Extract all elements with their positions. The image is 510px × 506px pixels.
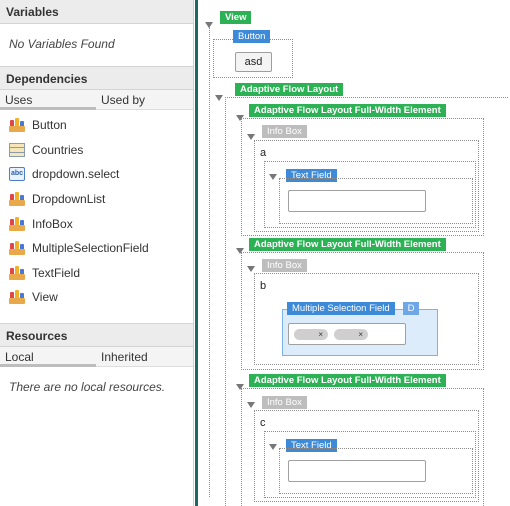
dependency-label: DropdownList	[32, 192, 106, 207]
list-item[interactable]: MultipleSelectionField	[0, 236, 193, 261]
asd-button[interactable]: asd	[235, 52, 272, 72]
section-letter: c	[260, 417, 266, 429]
button-component-label[interactable]: Button	[233, 30, 271, 43]
section-letter: b	[260, 280, 267, 292]
resources-header[interactable]: Resources	[0, 322, 193, 347]
info-box-label[interactable]: Info Box	[262, 396, 307, 409]
component-icon	[9, 241, 25, 256]
list-item[interactable]: Button	[0, 113, 193, 138]
tab-local[interactable]: Local	[5, 350, 34, 364]
tab-uses[interactable]: Uses	[5, 93, 32, 107]
collapse-flow-layout-icon[interactable]	[215, 95, 223, 101]
component-icon	[9, 290, 25, 305]
view-label[interactable]: View	[220, 11, 252, 24]
design-canvas: View Button asd Adaptive Flow Layout Ada…	[195, 0, 510, 506]
dependency-label: InfoBox	[32, 216, 73, 231]
selected-chip[interactable]: ×	[334, 329, 368, 340]
component-icon	[9, 118, 25, 133]
collapse-text-field-3-icon[interactable]	[269, 444, 277, 450]
adaptive-flow-layout-label[interactable]: Adaptive Flow Layout	[235, 83, 344, 96]
list-item[interactable]: abc dropdown.select	[0, 162, 193, 187]
d-badge[interactable]: D	[403, 302, 419, 315]
dependency-label: dropdown.select	[32, 167, 120, 182]
tab-local-underline	[0, 363, 96, 367]
component-icon	[9, 216, 25, 231]
multiple-selection-field-label[interactable]: Multiple Selection Field	[287, 302, 395, 315]
full-width-element-label[interactable]: Adaptive Flow Layout Full-Width Element	[249, 238, 446, 251]
component-icon	[9, 192, 25, 207]
tab-uses-underline	[0, 107, 96, 110]
dependency-label: Button	[32, 118, 67, 133]
info-box-label[interactable]: Info Box	[262, 259, 307, 272]
collapse-text-field-1-icon[interactable]	[269, 174, 277, 180]
info-box-label[interactable]: Info Box	[262, 125, 307, 138]
tree-connector	[209, 27, 210, 497]
resources-empty-text: There are no local resources.	[9, 379, 166, 394]
full-width-element-label[interactable]: Adaptive Flow Layout Full-Width Element	[249, 104, 446, 117]
list-item[interactable]: DropdownList	[0, 187, 193, 212]
selected-chip[interactable]: ×	[294, 329, 328, 340]
dependency-label: MultipleSelectionField	[32, 241, 149, 256]
variables-empty-text: No Variables Found	[9, 37, 115, 51]
collapse-info-box-2-icon[interactable]	[247, 266, 255, 272]
text-field-input[interactable]	[288, 190, 426, 212]
list-item[interactable]: TextField	[0, 261, 193, 286]
dependency-label: Countries	[32, 142, 84, 157]
list-item[interactable]: Countries	[0, 138, 193, 163]
list-item[interactable]: View	[0, 285, 193, 310]
dependencies-tabs: Uses Used by	[0, 90, 193, 110]
section-letter: a	[260, 147, 267, 159]
list-item[interactable]: InfoBox	[0, 211, 193, 236]
resources-tabs: Local Inherited	[0, 346, 193, 367]
dependency-label: View	[32, 290, 58, 305]
text-field-input[interactable]	[288, 460, 426, 482]
tab-inherited[interactable]: Inherited	[101, 350, 148, 364]
full-width-element-label[interactable]: Adaptive Flow Layout Full-Width Element	[249, 374, 446, 387]
dependencies-list: Button Countries abc dropdown.select Dro…	[0, 110, 193, 310]
dependency-label: TextField	[32, 265, 81, 280]
table-icon	[9, 142, 25, 157]
component-icon	[9, 265, 25, 280]
left-panel: Variables No Variables Found Dependencie…	[0, 0, 194, 506]
tab-used-by[interactable]: Used by	[101, 93, 145, 107]
dependencies-header[interactable]: Dependencies	[0, 66, 193, 90]
select-icon: abc	[9, 167, 25, 182]
variables-header[interactable]: Variables	[0, 0, 193, 24]
collapse-info-box-3-icon[interactable]	[247, 402, 255, 408]
